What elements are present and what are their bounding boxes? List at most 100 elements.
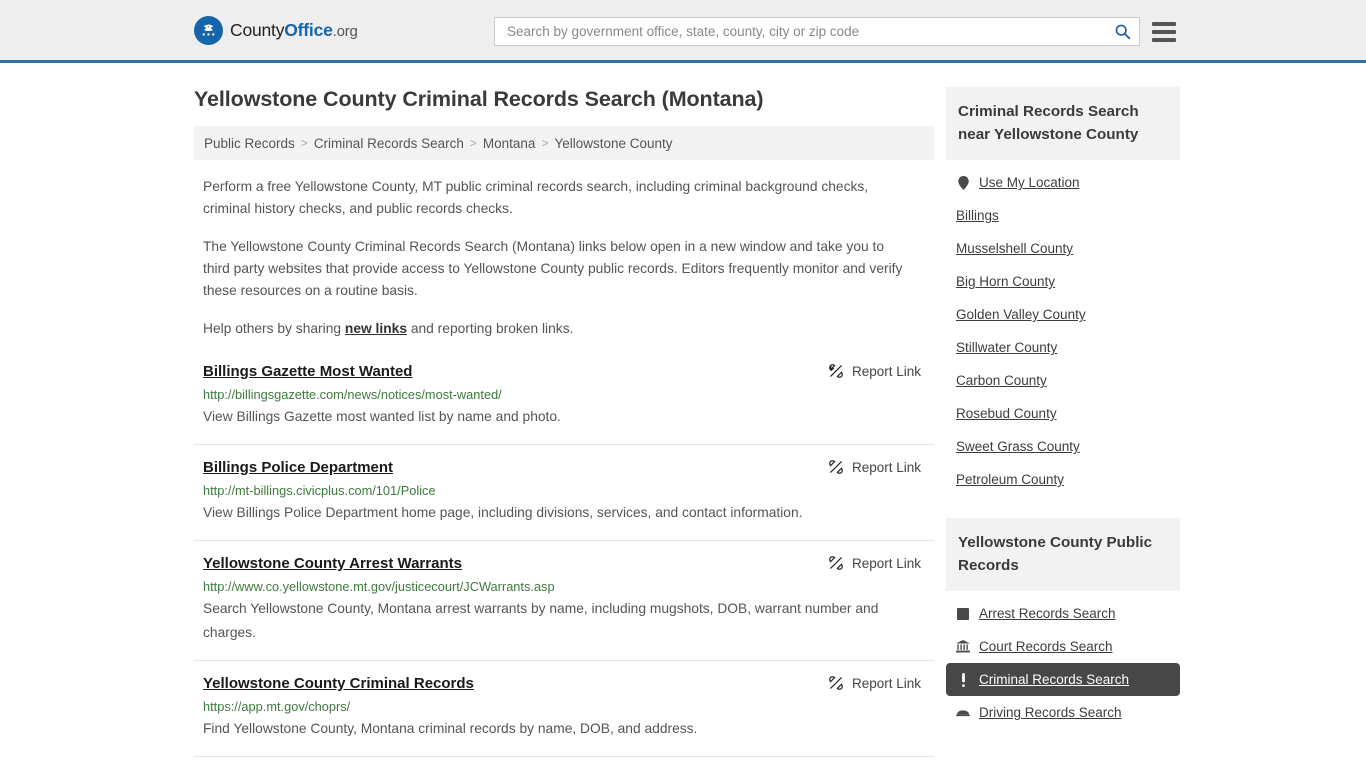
- sidebar-item-label: Carbon County: [956, 373, 1047, 388]
- result-title-link[interactable]: Yellowstone County Arrest Warrants: [203, 554, 462, 574]
- breadcrumb-item-yellowstone-county[interactable]: Yellowstone County: [554, 136, 672, 151]
- result-header: Yellowstone County Criminal Records Repo…: [203, 674, 934, 694]
- result-title-link[interactable]: Yellowstone County Criminal Records: [203, 674, 474, 694]
- sidebar-item-carbon-county[interactable]: Carbon County: [946, 364, 1180, 397]
- logo-text-org: .org: [332, 22, 358, 40]
- broken-link-icon: [829, 460, 843, 474]
- logo-text-office: Office: [284, 19, 333, 40]
- result-header: Yellowstone County Arrest Warrants Repor…: [203, 554, 934, 574]
- sidebar-item-label: Rosebud County: [956, 406, 1057, 421]
- hamburger-bar: [1152, 21, 1176, 26]
- result-header: Billings Gazette Most Wanted Report Link: [203, 362, 934, 382]
- report-link-button[interactable]: Report Link: [828, 554, 921, 571]
- result-title-link[interactable]: Billings Gazette Most Wanted: [203, 362, 412, 382]
- broken-link-icon: [829, 556, 843, 570]
- hamburger-menu-icon[interactable]: [1152, 21, 1176, 42]
- breadcrumb-item-criminal-records-search[interactable]: Criminal Records Search: [314, 136, 464, 151]
- sidebar-item-stillwater-county[interactable]: Stillwater County: [946, 331, 1180, 364]
- sidebar-nearby-title: Criminal Records Search near Yellowstone…: [946, 87, 1180, 160]
- sidebar-item-arrest-records-search[interactable]: Arrest Records Search: [946, 597, 1180, 630]
- sidebar-item-billings[interactable]: Billings: [946, 199, 1180, 232]
- result-url: http://mt-billings.civicplus.com/101/Pol…: [203, 483, 436, 498]
- sidebar-item-label: Driving Records Search: [979, 705, 1122, 720]
- sidebar-public-records-list: Arrest Records Search Court Records Sear…: [946, 597, 1180, 729]
- report-link-label: Report Link: [851, 675, 921, 691]
- breadcrumb-item-montana[interactable]: Montana: [483, 136, 536, 151]
- sidebar-item-criminal-records-search[interactable]: Criminal Records Search: [946, 663, 1180, 696]
- intro-p3-before: Help others by sharing: [203, 321, 345, 336]
- car-icon: [956, 706, 970, 720]
- sidebar-item-use-my-location[interactable]: Use My Location: [946, 166, 1180, 199]
- breadcrumb-separator: >: [300, 136, 308, 150]
- report-link-label: Report Link: [851, 363, 921, 379]
- breadcrumb-item-public-records[interactable]: Public Records: [204, 136, 295, 151]
- sidebar-item-label: Arrest Records Search: [979, 606, 1116, 621]
- sidebar: Criminal Records Search near Yellowstone…: [946, 63, 1180, 768]
- sidebar-item-petroleum-county[interactable]: Petroleum County: [946, 463, 1180, 496]
- intro-paragraph-3: Help others by sharing new links and rep…: [203, 318, 903, 340]
- result-header: Billings Police Department Report Link: [203, 458, 934, 478]
- sidebar-item-label: Use My Location: [979, 175, 1080, 190]
- sidebar-item-sweet-grass-county[interactable]: Sweet Grass County: [946, 430, 1180, 463]
- result-url: https://app.mt.gov/choprs/: [203, 699, 351, 714]
- logo-text-county: County: [230, 19, 285, 40]
- results-list: Billings Gazette Most Wanted Report Link…: [194, 362, 934, 768]
- search-box[interactable]: [494, 17, 1140, 46]
- site-logo[interactable]: CountyOffice.org: [194, 15, 358, 45]
- fingerprint-icon: [956, 607, 970, 621]
- sidebar-item-label: Petroleum County: [956, 472, 1065, 487]
- result-item: Yellowstone County Criminal Records Repo…: [194, 674, 934, 757]
- sidebar-item-label: Criminal Records Search: [979, 672, 1130, 687]
- exclamation-icon: [956, 672, 970, 687]
- sidebar-item-label: Court Records Search: [979, 639, 1113, 654]
- breadcrumb-separator: >: [469, 136, 477, 150]
- broken-link-icon: [829, 676, 843, 690]
- result-item: Billings Police Department Report Link h…: [194, 458, 934, 541]
- intro-p3-after: and reporting broken links.: [407, 321, 574, 336]
- search-icon: [1115, 24, 1130, 40]
- sidebar-item-label: Stillwater County: [956, 340, 1058, 355]
- result-description: View Billings Gazette most wanted list b…: [203, 409, 561, 424]
- report-link-button[interactable]: Report Link: [828, 674, 921, 691]
- sidebar-nearby-list: Use My Location Billings Musselshell Cou…: [946, 166, 1180, 496]
- result-item: Billings Gazette Most Wanted Report Link…: [194, 362, 934, 445]
- sidebar-public-records-title: Yellowstone County Public Records: [946, 518, 1180, 591]
- sidebar-item-golden-valley-county[interactable]: Golden Valley County: [946, 298, 1180, 331]
- search-input[interactable]: [505, 18, 1109, 45]
- intro-paragraph-1: Perform a free Yellowstone County, MT pu…: [203, 179, 869, 216]
- search-button[interactable]: [1109, 19, 1135, 44]
- result-description: Search Yellowstone County, Montana arres…: [203, 601, 879, 640]
- page-body: Yellowstone County Criminal Records Sear…: [0, 63, 1366, 768]
- logo-wordmark: CountyOffice.org: [230, 20, 358, 41]
- hamburger-bar: [1152, 29, 1176, 34]
- page-title: Yellowstone County Criminal Records Sear…: [194, 87, 764, 111]
- sidebar-item-label: Musselshell County: [956, 241, 1074, 256]
- report-link-label: Report Link: [851, 459, 921, 475]
- sidebar-item-big-horn-county[interactable]: Big Horn County: [946, 265, 1180, 298]
- hamburger-bar: [1152, 37, 1176, 42]
- site-header: CountyOffice.org: [0, 0, 1366, 63]
- sidebar-item-musselshell-county[interactable]: Musselshell County: [946, 232, 1180, 265]
- new-links-link[interactable]: new links: [345, 321, 407, 336]
- breadcrumb-separator: >: [541, 136, 549, 150]
- report-link-button[interactable]: Report Link: [828, 362, 921, 379]
- sidebar-item-rosebud-county[interactable]: Rosebud County: [946, 397, 1180, 430]
- sidebar-item-label: Big Horn County: [956, 274, 1056, 289]
- result-url: http://www.co.yellowstone.mt.gov/justice…: [203, 579, 555, 594]
- map-pin-icon: [956, 175, 970, 190]
- sidebar-item-label: Billings: [956, 208, 999, 223]
- broken-link-icon: [829, 364, 843, 378]
- report-link-button[interactable]: Report Link: [828, 458, 921, 475]
- sidebar-item-label: Golden Valley County: [956, 307, 1086, 322]
- intro-paragraph-2: The Yellowstone County Criminal Records …: [203, 239, 903, 298]
- sidebar-item-court-records-search[interactable]: Court Records Search: [946, 630, 1180, 663]
- result-item: Yellowstone County Arrest Warrants Repor…: [194, 554, 934, 661]
- sidebar-item-label: Sweet Grass County: [956, 439, 1080, 454]
- sidebar-item-driving-records-search[interactable]: Driving Records Search: [946, 696, 1180, 729]
- main-content: Yellowstone County Criminal Records Sear…: [194, 63, 934, 768]
- breadcrumb: Public Records > Criminal Records Search…: [194, 126, 934, 160]
- eagle-seal-icon: [194, 15, 223, 45]
- result-title-link[interactable]: Billings Police Department: [203, 458, 393, 478]
- courthouse-icon: [956, 640, 970, 654]
- header-search-zone: [494, 17, 1176, 46]
